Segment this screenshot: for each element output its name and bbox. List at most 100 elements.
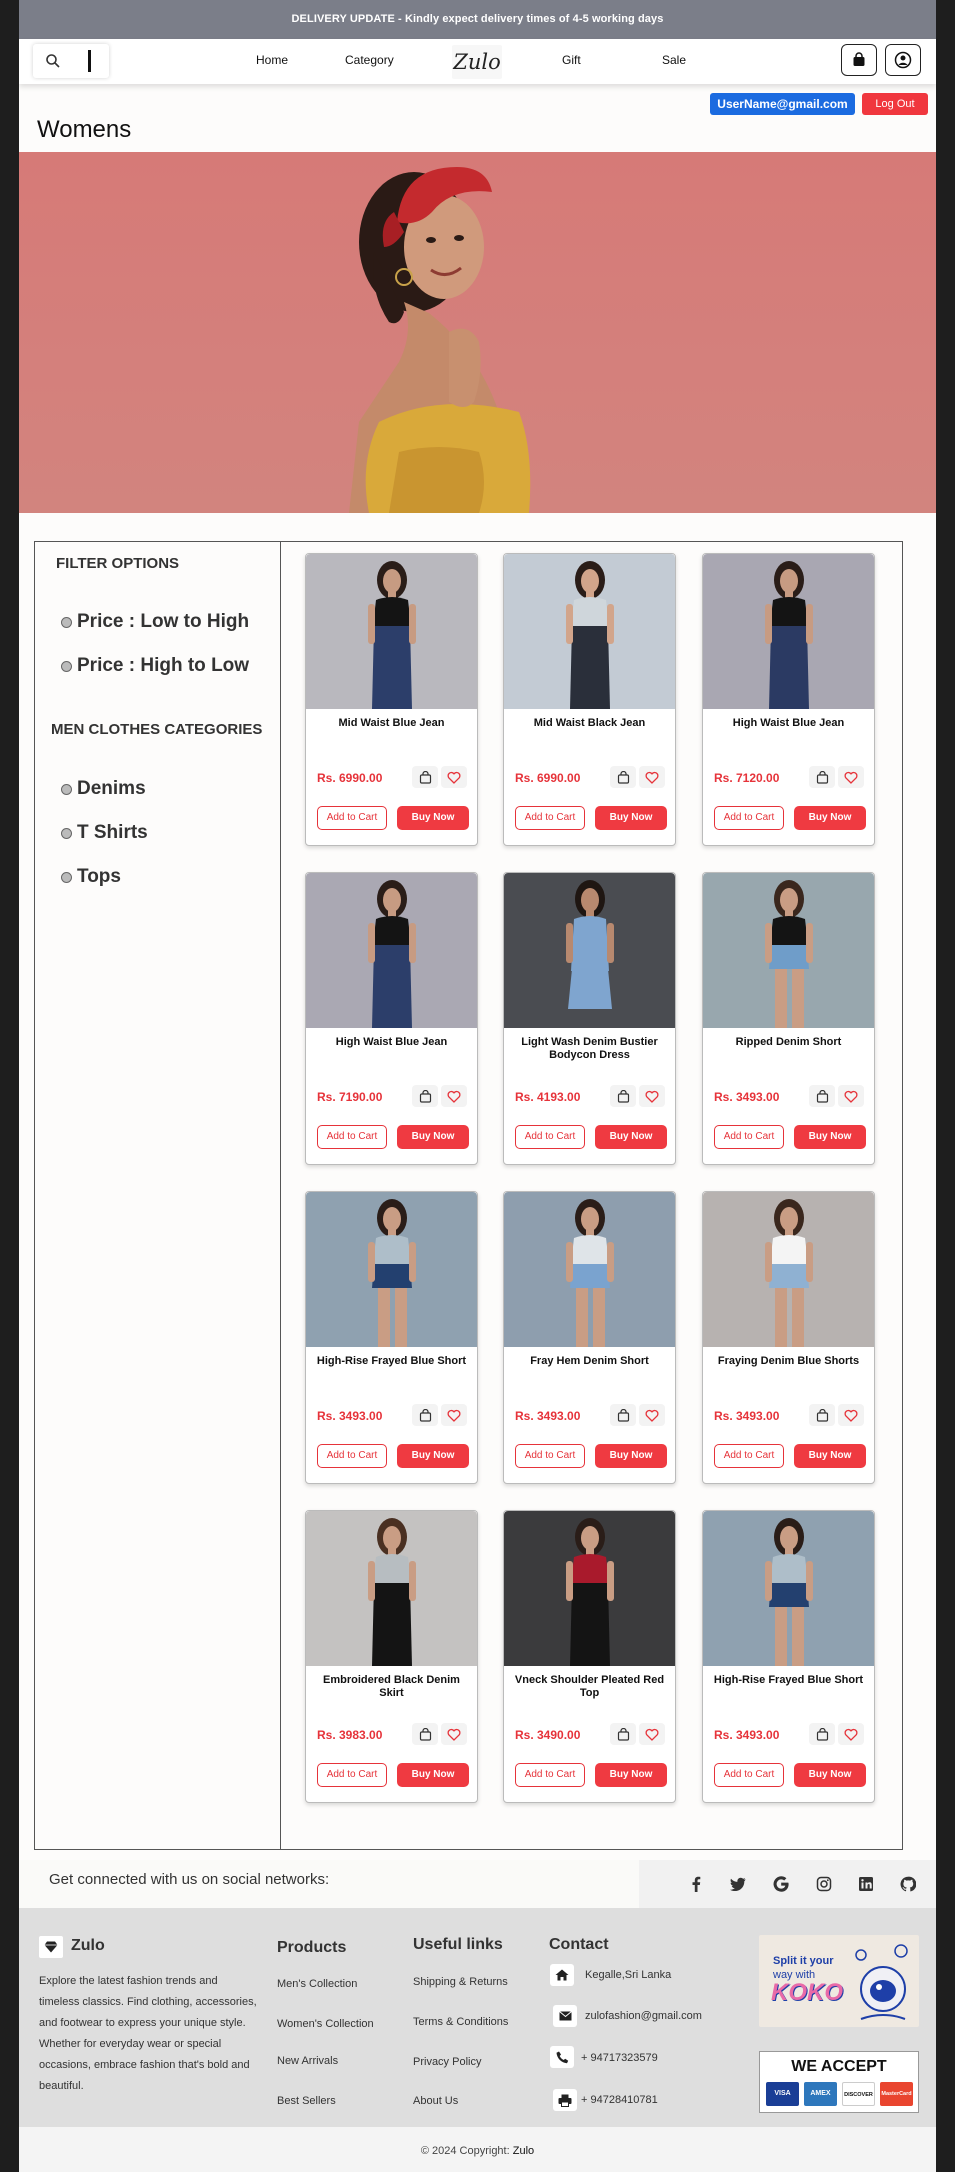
product-image[interactable] <box>703 1192 874 1347</box>
buy-now-button[interactable]: Buy Now <box>595 1125 667 1149</box>
add-to-cart-button[interactable]: Add to Cart <box>714 1763 784 1787</box>
nav-sale[interactable]: Sale <box>662 53 686 67</box>
category-tops[interactable]: Tops <box>61 866 121 888</box>
product-name[interactable]: Fray Hem Denim Short <box>510 1355 669 1368</box>
filter-price-high-low[interactable]: Price : High to Low <box>61 655 249 677</box>
wishlist-button[interactable] <box>441 1404 467 1426</box>
wishlist-button[interactable] <box>639 1404 665 1426</box>
add-to-bag-button[interactable] <box>809 766 835 788</box>
contact-phone[interactable]: + 94717323579 <box>581 2052 658 2064</box>
buy-now-button[interactable]: Buy Now <box>794 1125 866 1149</box>
add-to-cart-button[interactable]: Add to Cart <box>714 1125 784 1149</box>
product-card[interactable]: Vneck Shoulder Pleated Red Top Rs. 3490.0… <box>503 1510 676 1803</box>
product-card[interactable]: Fray Hem Denim Short Rs. 3493.00 Add to Ca… <box>503 1191 676 1484</box>
add-to-cart-button[interactable]: Add to Cart <box>515 806 585 830</box>
user-email-button[interactable]: UserName@gmail.com <box>710 93 855 115</box>
product-name[interactable]: Mid Waist Black Jean <box>510 717 669 730</box>
radio-button[interactable] <box>61 871 72 883</box>
product-image[interactable] <box>306 554 477 709</box>
cart-button[interactable] <box>841 44 877 76</box>
product-image[interactable] <box>703 873 874 1028</box>
instagram-icon[interactable] <box>816 1876 832 1892</box>
product-card[interactable]: Ripped Denim Short Rs. 3493.00 Add to Cart… <box>702 872 875 1165</box>
add-to-cart-button[interactable]: Add to Cart <box>317 1125 387 1149</box>
product-name[interactable]: High Waist Blue Jean <box>709 717 868 730</box>
product-name[interactable]: Embroidered Black Denim Skirt <box>312 1674 471 1700</box>
linkedin-icon[interactable] <box>858 1876 874 1892</box>
footer-link-mens-collection[interactable]: Men's Collection <box>277 1978 357 1990</box>
add-to-bag-button[interactable] <box>610 1404 636 1426</box>
product-image[interactable] <box>306 1511 477 1666</box>
product-card[interactable]: Light Wash Denim Bustier Bodycon Dress Rs… <box>503 872 676 1165</box>
buy-now-button[interactable]: Buy Now <box>794 806 866 830</box>
logout-button[interactable]: Log Out <box>862 93 928 115</box>
add-to-cart-button[interactable]: Add to Cart <box>317 806 387 830</box>
product-image[interactable] <box>504 1511 675 1666</box>
buy-now-button[interactable]: Buy Now <box>595 806 667 830</box>
product-card[interactable]: Mid Waist Black Jean Rs. 6990.00 Add to Ca… <box>503 553 676 846</box>
buy-now-button[interactable]: Buy Now <box>397 1763 469 1787</box>
github-icon[interactable] <box>900 1876 916 1892</box>
product-card[interactable]: High Waist Blue Jean Rs. 7120.00 Add to Ca… <box>702 553 875 846</box>
product-image[interactable] <box>703 554 874 709</box>
add-to-cart-button[interactable]: Add to Cart <box>515 1763 585 1787</box>
product-card[interactable]: Fraying Denim Blue Shorts Rs. 3493.00 Add … <box>702 1191 875 1484</box>
nav-home[interactable]: Home <box>256 53 288 67</box>
product-name[interactable]: Vneck Shoulder Pleated Red Top <box>510 1674 669 1700</box>
footer-link-best-sellers[interactable]: Best Sellers <box>277 2095 336 2107</box>
product-name[interactable]: High Waist Blue Jean <box>312 1036 471 1049</box>
buy-now-button[interactable]: Buy Now <box>794 1763 866 1787</box>
add-to-bag-button[interactable] <box>610 766 636 788</box>
product-image[interactable] <box>306 873 477 1028</box>
product-name[interactable]: Ripped Denim Short <box>709 1036 868 1049</box>
radio-button[interactable] <box>61 783 72 795</box>
buy-now-button[interactable]: Buy Now <box>794 1444 866 1468</box>
add-to-bag-button[interactable] <box>610 1085 636 1107</box>
footer-link-shipping-returns[interactable]: Shipping & Returns <box>413 1976 508 1988</box>
account-button[interactable] <box>885 44 921 76</box>
add-to-cart-button[interactable]: Add to Cart <box>317 1444 387 1468</box>
product-name[interactable]: Mid Waist Blue Jean <box>312 717 471 730</box>
facebook-icon[interactable] <box>688 1876 704 1892</box>
wishlist-button[interactable] <box>441 766 467 788</box>
add-to-bag-button[interactable] <box>809 1723 835 1745</box>
search-input[interactable] <box>33 44 109 78</box>
wishlist-button[interactable] <box>441 1085 467 1107</box>
add-to-bag-button[interactable] <box>809 1085 835 1107</box>
footer-link-womens-collection[interactable]: Women's Collection <box>277 2018 374 2030</box>
footer-link-about-us[interactable]: About Us <box>413 2095 458 2107</box>
add-to-bag-button[interactable] <box>412 766 438 788</box>
product-card[interactable]: Embroidered Black Denim Skirt Rs. 3983.00… <box>305 1510 478 1803</box>
buy-now-button[interactable]: Buy Now <box>397 1444 469 1468</box>
twitter-icon[interactable] <box>730 1876 746 1892</box>
product-image[interactable] <box>306 1192 477 1347</box>
wishlist-button[interactable] <box>639 766 665 788</box>
product-name[interactable]: High-Rise Frayed Blue Short <box>709 1674 868 1687</box>
product-image[interactable] <box>504 1192 675 1347</box>
product-card[interactable]: High-Rise Frayed Blue Short Rs. 3493.00 Ad… <box>702 1510 875 1803</box>
add-to-cart-button[interactable]: Add to Cart <box>714 806 784 830</box>
buy-now-button[interactable]: Buy Now <box>595 1444 667 1468</box>
add-to-bag-button[interactable] <box>610 1723 636 1745</box>
wishlist-button[interactable] <box>838 1723 864 1745</box>
buy-now-button[interactable]: Buy Now <box>397 1125 469 1149</box>
add-to-bag-button[interactable] <box>412 1085 438 1107</box>
google-icon[interactable] <box>773 1876 789 1892</box>
product-card[interactable]: Mid Waist Blue Jean Rs. 6990.00 Add to Car… <box>305 553 478 846</box>
copyright-brand[interactable]: Zulo <box>513 2145 534 2157</box>
product-name[interactable]: Fraying Denim Blue Shorts <box>709 1355 868 1368</box>
footer-link-privacy-policy[interactable]: Privacy Policy <box>413 2056 481 2068</box>
wishlist-button[interactable] <box>639 1723 665 1745</box>
add-to-cart-button[interactable]: Add to Cart <box>515 1125 585 1149</box>
brand-logo[interactable]: Zulo <box>452 45 502 79</box>
product-card[interactable]: High-Rise Frayed Blue Short Rs. 3493.00 Ad… <box>305 1191 478 1484</box>
product-image[interactable] <box>703 1511 874 1666</box>
wishlist-button[interactable] <box>441 1723 467 1745</box>
filter-price-low-high[interactable]: Price : Low to High <box>61 611 249 633</box>
category-t-shirts[interactable]: T Shirts <box>61 822 148 844</box>
wishlist-button[interactable] <box>838 1404 864 1426</box>
nav-gift[interactable]: Gift <box>562 53 581 67</box>
product-name[interactable]: Light Wash Denim Bustier Bodycon Dress <box>510 1036 669 1062</box>
nav-category[interactable]: Category <box>345 53 394 67</box>
radio-button[interactable] <box>61 616 72 628</box>
